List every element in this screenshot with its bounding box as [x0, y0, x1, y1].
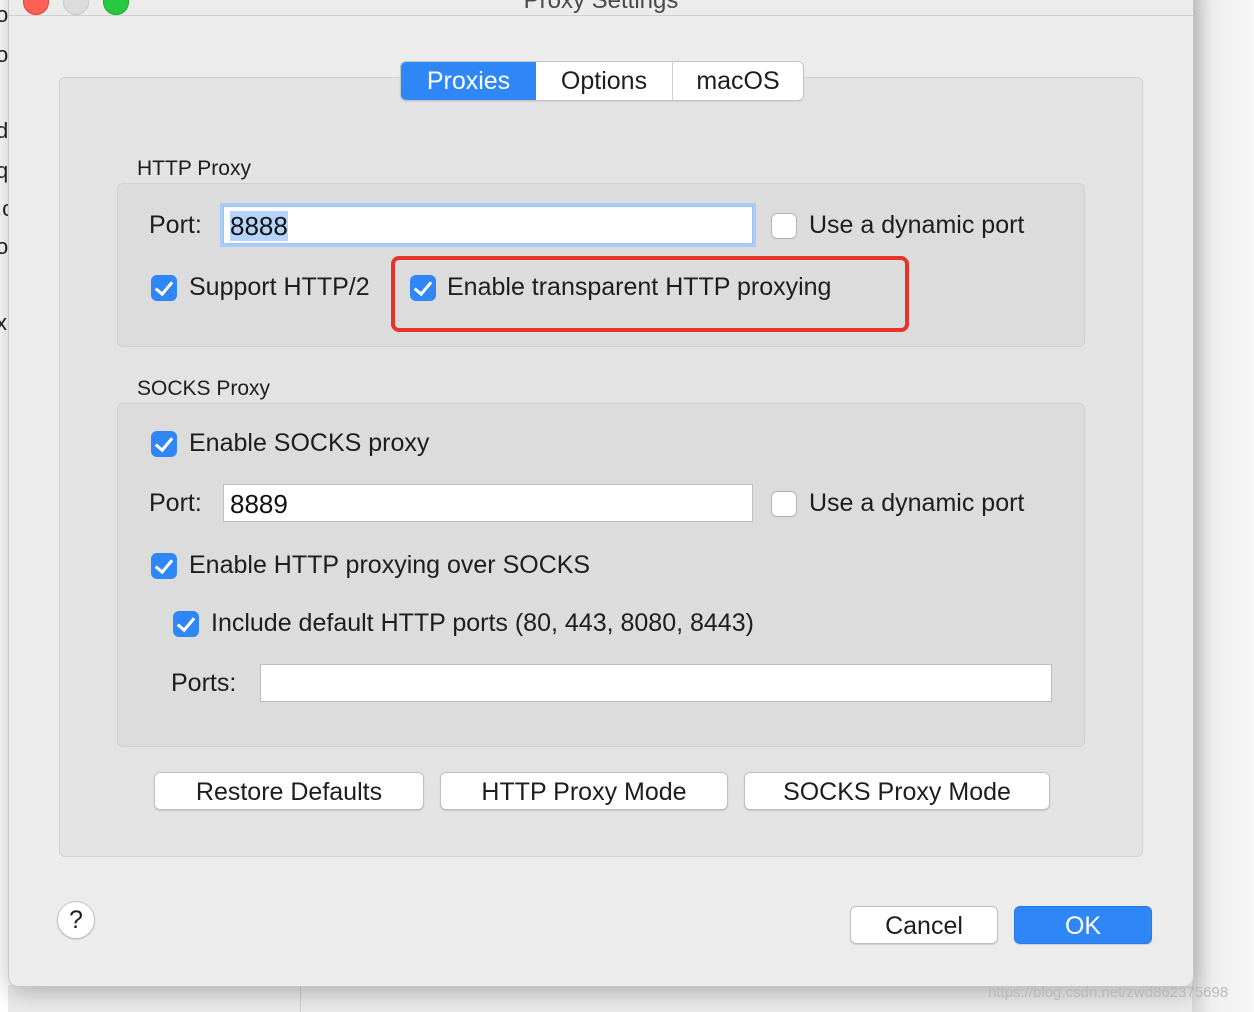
ok-button[interactable]: OK [1014, 906, 1152, 944]
proxy-settings-dialog: Proxy Settings Proxies Options macOS HTT… [8, 0, 1194, 987]
enable-socks-checkbox[interactable] [151, 431, 177, 457]
http-proxy-mode-button[interactable]: HTTP Proxy Mode [440, 772, 728, 810]
background-shadow [1192, 0, 1254, 1012]
http-dynamic-port-checkbox[interactable] [771, 213, 797, 239]
http-port-label: Port: [149, 211, 202, 239]
title-bar: Proxy Settings [9, 0, 1193, 16]
tab-proxies[interactable]: Proxies [401, 62, 536, 100]
background-text: o [0, 234, 9, 259]
tab-macos[interactable]: macOS [673, 62, 803, 100]
background-text: x [0, 310, 7, 335]
socks-dynamic-port-label: Use a dynamic port [809, 489, 1025, 517]
socks-proxy-mode-button[interactable]: SOCKS Proxy Mode [744, 772, 1050, 810]
http-over-socks-checkbox[interactable] [151, 553, 177, 579]
http-dynamic-port-label: Use a dynamic port [809, 211, 1025, 239]
cancel-button[interactable]: Cancel [850, 906, 998, 944]
include-default-ports-label: Include default HTTP ports (80, 443, 808… [211, 609, 754, 637]
tab-options[interactable]: Options [536, 62, 673, 100]
include-default-ports-checkbox[interactable] [173, 611, 199, 637]
background-text: d [0, 118, 9, 143]
background-app [0, 0, 8, 1012]
background-text: o [0, 42, 9, 67]
help-button[interactable]: ? [57, 901, 95, 939]
ports-label: Ports: [171, 669, 237, 697]
background-text: q [0, 158, 9, 183]
watermark: https://blog.csdn.net/zwd862375698 [988, 984, 1229, 1001]
http-over-socks-label: Enable HTTP proxying over SOCKS [189, 551, 591, 579]
socks-dynamic-port-checkbox[interactable] [771, 491, 797, 517]
background-divider [300, 985, 301, 1012]
socks-proxy-group-title: SOCKS Proxy [137, 377, 271, 400]
support-http2-checkbox[interactable] [151, 275, 177, 301]
http-proxy-group-title: HTTP Proxy [137, 157, 251, 180]
annotation-highlight-box [391, 256, 909, 332]
http-port-value: 8888 [230, 211, 288, 241]
enable-socks-label: Enable SOCKS proxy [189, 429, 430, 457]
tab-bar: Proxies Options macOS [400, 61, 804, 101]
restore-defaults-button[interactable]: Restore Defaults [154, 772, 424, 810]
window-title: Proxy Settings [523, 0, 679, 14]
support-http2-label: Support HTTP/2 [189, 273, 370, 301]
http-port-field[interactable]: 8888 [223, 206, 753, 244]
socks-port-field[interactable]: 8889 [223, 484, 753, 522]
ports-field[interactable] [260, 664, 1052, 702]
socks-port-label: Port: [149, 489, 202, 517]
